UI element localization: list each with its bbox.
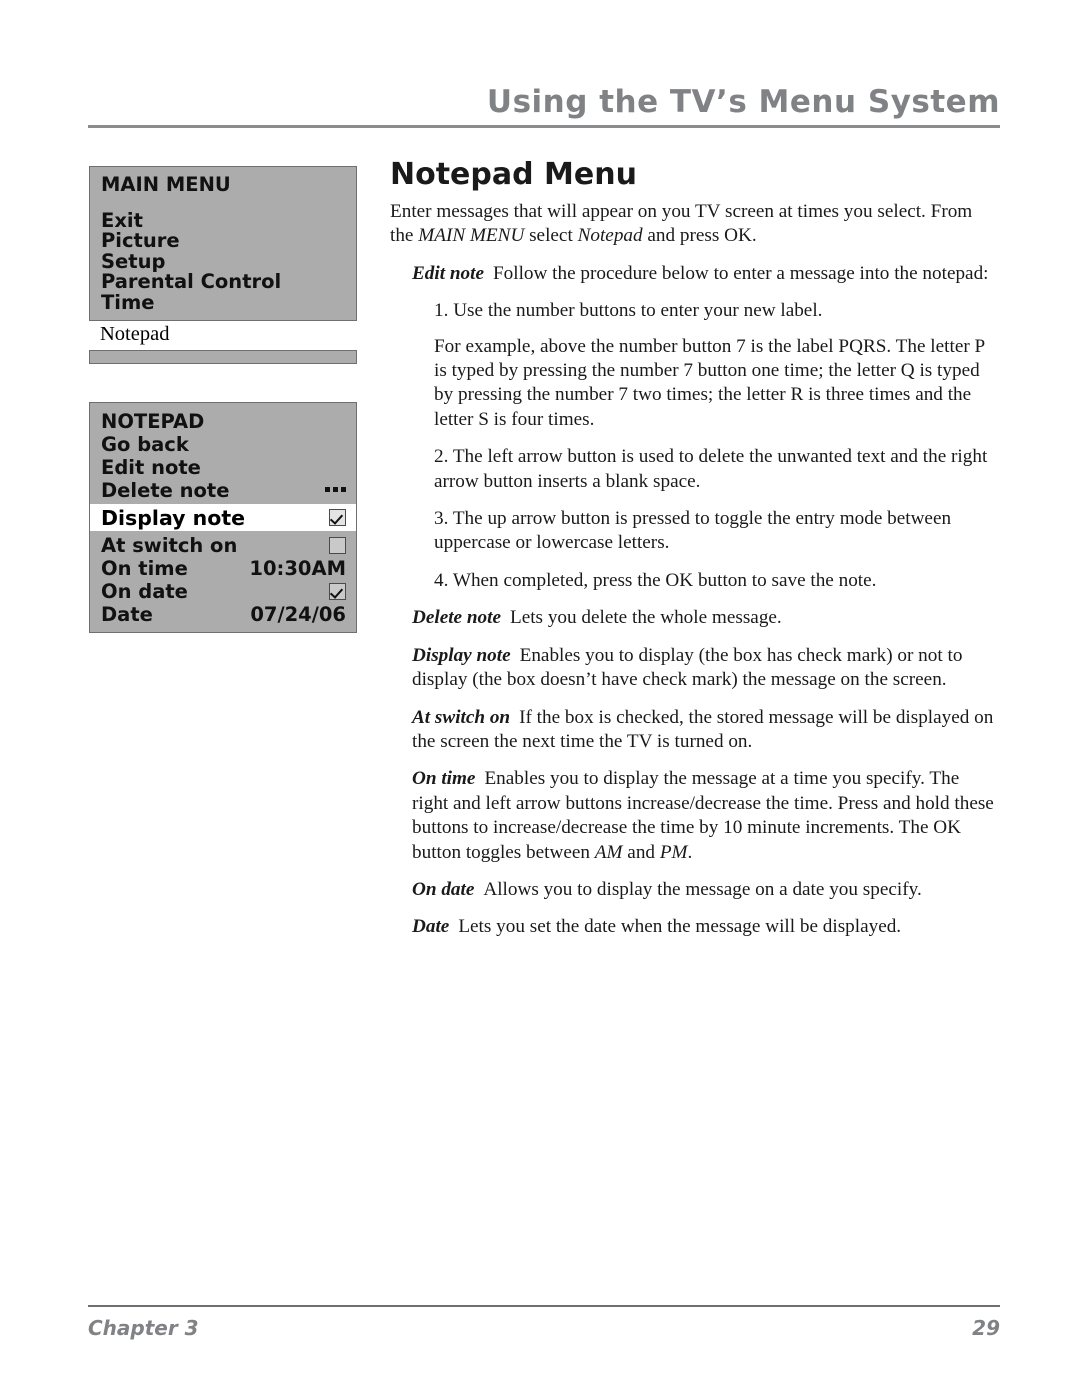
- main-menu-item-label: Parental Control: [101, 270, 282, 293]
- step-1-example: For example, above the number button 7 i…: [434, 335, 1000, 433]
- checkbox-checked-icon[interactable]: [329, 583, 346, 600]
- notepad-item-on-date[interactable]: On date: [90, 580, 356, 603]
- edit-note-term: Edit note: [412, 262, 484, 284]
- intro-text-c: select: [524, 225, 578, 247]
- notepad-item-delete-note[interactable]: Delete note: [90, 479, 356, 502]
- date-term: Date: [412, 916, 450, 938]
- main-menu-item-label: Picture: [101, 229, 180, 252]
- on-time-pm-label: PM: [659, 841, 688, 863]
- step-4: 4. When completed, press the OK button t…: [434, 569, 1000, 593]
- on-time-description-a: Enables you to display the message at a …: [412, 768, 994, 863]
- notepad-item-at-switch-on[interactable]: At switch on: [90, 534, 356, 557]
- main-menu-item-label: Setup: [101, 249, 166, 273]
- footer-content: Chapter 3 29: [88, 1316, 1000, 1340]
- article-body: Notepad Menu Enter messages that will ap…: [390, 158, 1000, 953]
- checkbox-checked-icon[interactable]: [329, 509, 346, 526]
- intro-paragraph: Enter messages that will appear on you T…: [390, 200, 1000, 249]
- notepad-item-value-on-time: 10:30AM: [249, 557, 346, 580]
- main-menu-title: MAIN MENU: [90, 173, 356, 196]
- main-menu-item-time[interactable]: Time: [90, 290, 356, 314]
- main-menu-item-setup[interactable]: Setup: [90, 249, 356, 273]
- notepad-menu-title-label: NOTEPAD: [101, 410, 205, 433]
- notepad-item-label: Date: [101, 603, 153, 626]
- notepad-item-display-note-selected[interactable]: Display note: [89, 504, 357, 531]
- main-menu-item-exit[interactable]: Exit: [90, 208, 356, 232]
- main-menu-selected-wrapper: Notepad: [89, 321, 357, 347]
- date-description: Lets you set the date when the message w…: [458, 916, 902, 938]
- main-menu-item-label: Exit: [101, 208, 143, 232]
- delete-note-paragraph: Delete note Lets you delete the whole mes…: [412, 606, 1000, 630]
- on-time-description-b: and: [622, 841, 660, 863]
- notepad-item-label: Edit note: [101, 456, 201, 479]
- step-2: 2. The left arrow button is used to dele…: [434, 445, 1000, 494]
- main-menu-footer-bar: [89, 350, 357, 364]
- step-1-example-text: For example, above the number button 7 i…: [434, 335, 985, 430]
- display-note-term: Display note: [412, 644, 511, 666]
- delete-note-description: Lets you delete the whole message.: [509, 607, 782, 629]
- notepad-menu-box-bottom: At switch on On time 10:30AM On date Dat…: [89, 531, 357, 633]
- notepad-item-label: Go back: [101, 433, 189, 456]
- footer-divider: [88, 1305, 1000, 1307]
- delete-note-term: Delete note: [412, 607, 501, 629]
- on-time-am-label: AM: [594, 841, 623, 863]
- page-footer: Chapter 3 29: [88, 1305, 1000, 1340]
- at-switch-on-term: At switch on: [412, 706, 511, 728]
- notepad-item-label: At switch on: [101, 534, 238, 557]
- notepad-item-value-date: 07/24/06: [250, 603, 346, 626]
- on-time-term: On time: [412, 768, 476, 790]
- main-menu-item-notepad-selected[interactable]: Notepad: [89, 321, 357, 347]
- main-menu-item-parental-control[interactable]: Parental Control: [90, 270, 356, 293]
- notepad-item-date[interactable]: Date 07/24/06: [90, 603, 356, 626]
- notepad-item-label: On date: [101, 580, 188, 603]
- footer-page-number: 29: [972, 1316, 1000, 1340]
- osd-menu-illustrations: MAIN MENU Exit Picture Setup Parental Co…: [89, 166, 357, 633]
- edit-note-description: Follow the procedure below to enter a me…: [492, 262, 989, 284]
- checkbox-unchecked-icon[interactable]: [329, 537, 346, 554]
- on-date-paragraph: On date Allows you to display the message…: [412, 878, 1000, 902]
- section-title: Notepad Menu: [390, 157, 637, 192]
- on-time-paragraph: On time Enables you to display the messag…: [412, 767, 1000, 865]
- intro-text-e: and press OK.: [642, 225, 757, 247]
- footer-chapter-label: Chapter 3: [88, 1316, 199, 1340]
- display-note-paragraph: Display note Enables you to display (the …: [412, 644, 1000, 693]
- at-switch-on-paragraph: At switch on If the box is checked, the s…: [412, 706, 1000, 755]
- date-paragraph: Date Lets you set the date when the messa…: [412, 915, 1000, 939]
- notepad-item-label: Display note: [101, 505, 246, 530]
- intro-main-menu-ref: MAIN MENU: [418, 225, 525, 247]
- header-divider: [88, 125, 1000, 128]
- step-3: 3. The up arrow button is pressed to tog…: [434, 507, 1000, 556]
- step-1: 1. Use the number buttons to enter your …: [434, 299, 1000, 323]
- notepad-item-label: On time: [101, 557, 188, 580]
- notepad-menu-box-top: NOTEPAD Go back Edit note Delete note: [89, 402, 357, 504]
- notepad-item-edit-note[interactable]: Edit note: [90, 456, 356, 479]
- on-date-description: Allows you to display the message on a d…: [483, 878, 922, 900]
- notepad-item-go-back[interactable]: Go back: [90, 433, 356, 456]
- page-header-title: Using the TV’s Menu System: [486, 84, 1000, 120]
- step-4-text: 4. When completed, press the OK button t…: [434, 569, 877, 591]
- intro-notepad-ref: Notepad: [577, 225, 643, 247]
- notepad-item-label: Delete note: [101, 479, 230, 502]
- edit-note-paragraph: Edit note Follow the procedure below to e…: [412, 262, 1000, 286]
- ellipsis-icon: [325, 487, 346, 494]
- step-3-text: 3. The up arrow button is pressed to tog…: [434, 508, 952, 554]
- main-menu-box: MAIN MENU Exit Picture Setup Parental Co…: [89, 166, 357, 321]
- main-menu-item-picture[interactable]: Picture: [90, 229, 356, 252]
- on-date-term: On date: [412, 878, 475, 900]
- on-time-description-c: .: [687, 841, 693, 863]
- step-1-text: 1. Use the number buttons to enter your …: [434, 300, 823, 322]
- step-2-text: 2. The left arrow button is used to dele…: [434, 446, 988, 492]
- page-header: Using the TV’s Menu System: [88, 74, 1000, 128]
- notepad-item-on-time[interactable]: On time 10:30AM: [90, 557, 356, 580]
- main-menu-title-label: MAIN MENU: [101, 173, 231, 196]
- main-menu-item-label: Time: [101, 290, 155, 314]
- main-menu-item-label: Notepad: [100, 323, 170, 345]
- notepad-menu-illustration: NOTEPAD Go back Edit note Delete note Di…: [89, 402, 357, 633]
- notepad-menu-title: NOTEPAD: [90, 410, 356, 433]
